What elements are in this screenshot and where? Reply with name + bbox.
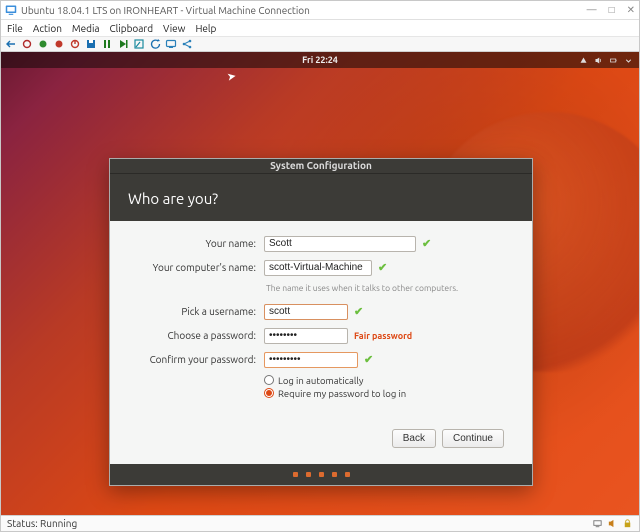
maximize-button[interactable]: □ bbox=[609, 4, 615, 16]
continue-button[interactable]: Continue bbox=[442, 429, 504, 448]
minimize-button[interactable]: — bbox=[587, 4, 597, 16]
power-icon[interactable] bbox=[609, 56, 618, 65]
window-controls: — □ ✕ bbox=[587, 4, 635, 16]
start-icon[interactable] bbox=[37, 38, 49, 50]
label-your-name: Your name: bbox=[128, 238, 256, 249]
clock[interactable]: Fri 22:24 bbox=[302, 55, 338, 65]
status-text: Status: Running bbox=[7, 518, 77, 529]
computer-name-hint: The name it uses when it talks to other … bbox=[266, 283, 458, 293]
hyperv-icon bbox=[5, 4, 17, 16]
page-indicator bbox=[110, 464, 532, 485]
page-dot bbox=[332, 472, 337, 477]
menubar: File Action Media Clipboard View Help bbox=[1, 20, 639, 36]
page-dot bbox=[306, 472, 311, 477]
gnome-topbar: Fri 22:24 bbox=[1, 52, 639, 68]
installer-titlebar: System Configuration bbox=[110, 159, 532, 174]
menu-clipboard[interactable]: Clipboard bbox=[110, 23, 154, 34]
label-username: Pick a username: bbox=[128, 306, 256, 317]
installer-header: Who are you? bbox=[110, 174, 532, 221]
page-dot bbox=[293, 472, 298, 477]
mouse-cursor-icon: ➤ bbox=[226, 69, 237, 83]
statusbar: Status: Running bbox=[1, 515, 639, 531]
statusbar-icons bbox=[592, 518, 633, 529]
your-name-input[interactable] bbox=[264, 236, 416, 252]
confirm-password-input[interactable] bbox=[264, 352, 358, 368]
save-icon[interactable] bbox=[85, 38, 97, 50]
volume-icon[interactable] bbox=[594, 56, 603, 65]
menu-view[interactable]: View bbox=[163, 23, 185, 34]
network-icon[interactable] bbox=[579, 56, 588, 65]
check-icon: ✔ bbox=[364, 353, 373, 366]
dropdown-icon[interactable] bbox=[624, 56, 633, 65]
lock-status-icon bbox=[622, 518, 633, 529]
system-tray[interactable] bbox=[579, 56, 633, 65]
menu-help[interactable]: Help bbox=[195, 23, 216, 34]
menu-action[interactable]: Action bbox=[33, 23, 62, 34]
password-input[interactable] bbox=[264, 328, 348, 344]
vm-display[interactable]: Fri 22:24 ➤ System Configuration Who are… bbox=[1, 52, 639, 515]
window-titlebar: Ubuntu 18.04.1 LTS on IRONHEART - Virtua… bbox=[1, 1, 639, 20]
computer-name-input[interactable] bbox=[264, 260, 372, 276]
menu-media[interactable]: Media bbox=[72, 23, 100, 34]
radio-require-password[interactable] bbox=[264, 388, 274, 398]
check-icon: ✔ bbox=[378, 261, 387, 274]
installer-buttons: Back Continue bbox=[128, 423, 514, 456]
radio-auto-login[interactable] bbox=[264, 375, 274, 385]
shutdown-icon[interactable] bbox=[69, 38, 81, 50]
label-computer-name: Your computer's name: bbox=[128, 262, 256, 273]
installer-window: System Configuration Who are you? Your n… bbox=[109, 158, 533, 486]
check-icon: ✔ bbox=[422, 237, 431, 250]
label-confirm-password: Confirm your password: bbox=[128, 354, 256, 365]
nav-back-icon[interactable] bbox=[5, 38, 17, 50]
label-password: Choose a password: bbox=[128, 330, 256, 341]
pause-icon[interactable] bbox=[101, 38, 113, 50]
radio-require-password-label: Require my password to log in bbox=[278, 388, 406, 399]
login-options: Log in automatically Require my password… bbox=[264, 375, 514, 399]
enhanced-session-icon[interactable] bbox=[165, 38, 177, 50]
password-strength: Fair password bbox=[354, 331, 412, 341]
page-dot bbox=[319, 472, 324, 477]
username-input[interactable] bbox=[264, 304, 348, 320]
menu-file[interactable]: File bbox=[7, 23, 23, 34]
radio-auto-login-label: Log in automatically bbox=[278, 375, 363, 386]
speaker-status-icon bbox=[607, 518, 618, 529]
reset-icon[interactable] bbox=[117, 38, 129, 50]
ctrlaltdel-icon[interactable] bbox=[21, 38, 33, 50]
window-title: Ubuntu 18.04.1 LTS on IRONHEART - Virtua… bbox=[21, 5, 587, 16]
page-dot bbox=[345, 472, 350, 477]
share-icon[interactable] bbox=[181, 38, 193, 50]
turnoff-icon[interactable] bbox=[53, 38, 65, 50]
close-button[interactable]: ✕ bbox=[627, 4, 635, 16]
network-status-icon bbox=[592, 518, 603, 529]
check-icon: ✔ bbox=[354, 305, 363, 318]
checkpoint-icon[interactable] bbox=[133, 38, 145, 50]
back-button[interactable]: Back bbox=[392, 429, 436, 448]
page-heading: Who are you? bbox=[128, 190, 514, 207]
revert-icon[interactable] bbox=[149, 38, 161, 50]
vm-window: Ubuntu 18.04.1 LTS on IRONHEART - Virtua… bbox=[0, 0, 640, 532]
toolbar bbox=[1, 36, 639, 52]
installer-form: Your name: ✔ Your computer's name: ✔ The… bbox=[110, 221, 532, 464]
